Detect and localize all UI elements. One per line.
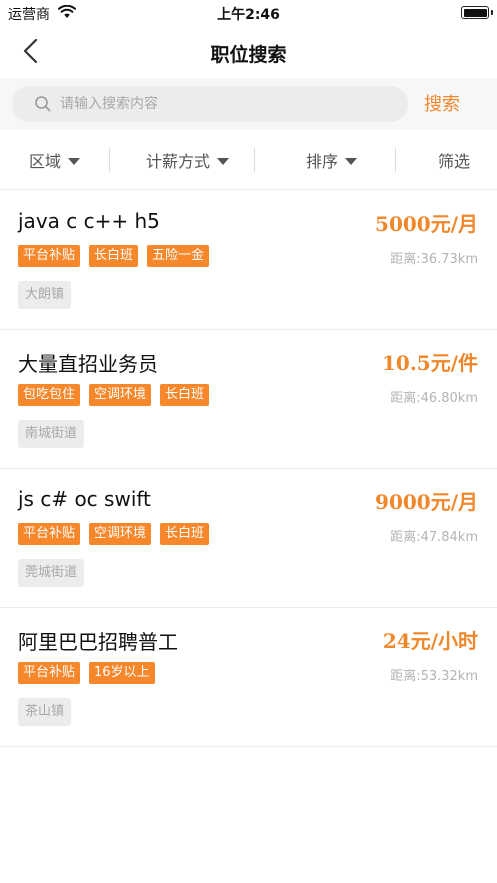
filter-divider	[109, 148, 110, 172]
job-location-badge: 莞城街道	[18, 559, 85, 587]
job-title: js c# oc swift	[18, 487, 151, 511]
page-title: 职位搜索	[210, 44, 287, 66]
job-salary: 9000元/月	[375, 490, 478, 514]
search-row: 搜索	[0, 78, 497, 130]
nav-bar: 职位搜索	[0, 26, 497, 78]
battery-icon	[461, 6, 489, 19]
filter-salary-type-dropdown[interactable]: 计薪方式	[146, 130, 230, 190]
job-card[interactable]: js c# oc swift 9000元/月 平台补贴 空调环境 长白班 距离:…	[0, 469, 497, 608]
caret-down-icon	[345, 157, 358, 165]
job-location-badge: 南城街道	[18, 420, 85, 448]
job-distance: 距离:53.32km	[390, 669, 478, 684]
job-location-badge: 茶山镇	[18, 698, 72, 726]
job-tags: 平台补贴 长白班 五险一金	[18, 245, 210, 267]
job-tag: 空调环境	[89, 523, 152, 545]
job-tag: 包吃包住	[18, 384, 81, 406]
job-title: 大量直招业务员	[18, 352, 158, 376]
filter-divider	[395, 148, 396, 172]
job-distance: 距离:47.84km	[390, 530, 478, 545]
job-tags: 包吃包住 空调环境 长白班	[18, 384, 210, 406]
job-card[interactable]: 大量直招业务员 10.5元/件 包吃包住 空调环境 长白班 距离:46.80km…	[0, 330, 497, 469]
search-icon	[35, 96, 51, 112]
job-location-badge: 大朗镇	[18, 281, 72, 309]
status-bar: 运营商 上午2:46	[0, 0, 497, 26]
filter-button[interactable]: 筛选	[438, 130, 470, 190]
job-distance: 距离:46.80km	[390, 391, 478, 406]
caret-down-icon	[68, 157, 81, 165]
job-list: java c c++ h5 5000元/月 平台补贴 长白班 五险一金 距离:3…	[0, 191, 497, 747]
job-tags: 平台补贴 16岁以上	[18, 662, 155, 684]
job-tags: 平台补贴 空调环境 长白班	[18, 523, 210, 545]
filter-bar: 区域 计薪方式 排序 筛选	[0, 130, 497, 190]
job-card[interactable]: java c c++ h5 5000元/月 平台补贴 长白班 五险一金 距离:3…	[0, 191, 497, 330]
job-tag: 空调环境	[89, 384, 152, 406]
filter-salary-type-label: 计薪方式	[146, 152, 211, 171]
filter-sort-label: 排序	[306, 152, 339, 171]
filter-divider	[254, 148, 255, 172]
filter-area-label: 区域	[29, 152, 62, 171]
job-tag: 平台补贴	[18, 662, 81, 684]
job-card[interactable]: 阿里巴巴招聘普工 24元/小时 平台补贴 16岁以上 距离:53.32km 茶山…	[0, 608, 497, 747]
filter-label: 筛选	[438, 152, 471, 171]
job-tag: 平台补贴	[18, 245, 81, 267]
filter-area-dropdown[interactable]: 区域	[29, 130, 81, 190]
job-distance: 距离:36.73km	[390, 252, 478, 267]
job-tag: 16岁以上	[89, 662, 155, 684]
job-tag: 五险一金	[147, 245, 210, 267]
job-tag: 长白班	[89, 245, 139, 267]
filter-sort-dropdown[interactable]: 排序	[306, 130, 358, 190]
job-tag: 平台补贴	[18, 523, 81, 545]
job-salary: 5000元/月	[375, 212, 478, 236]
job-salary: 10.5元/件	[381, 351, 478, 375]
job-tag: 长白班	[160, 523, 210, 545]
job-title: java c c++ h5	[18, 209, 160, 233]
job-title: 阿里巴巴招聘普工	[18, 630, 178, 654]
search-input[interactable]	[60, 86, 400, 122]
search-box[interactable]	[12, 86, 408, 122]
status-time: 上午2:46	[217, 7, 280, 23]
battery-tip	[491, 10, 493, 15]
search-button[interactable]: 搜索	[424, 90, 460, 116]
job-salary: 24元/小时	[382, 629, 478, 653]
caret-down-icon	[217, 157, 230, 165]
job-tag: 长白班	[160, 384, 210, 406]
